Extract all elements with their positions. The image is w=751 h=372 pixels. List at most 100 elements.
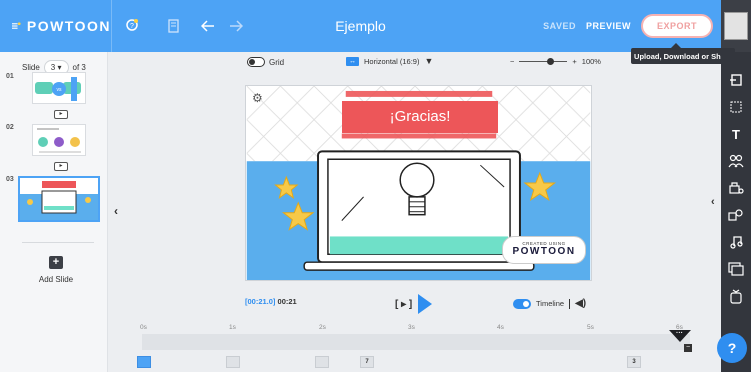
avatar[interactable] xyxy=(724,12,748,40)
lightbulb-icon: ? xyxy=(126,19,138,31)
notes-icon xyxy=(168,19,179,33)
saved-status: SAVED xyxy=(543,21,576,31)
media-icon[interactable] xyxy=(725,260,747,278)
redo-button[interactable] xyxy=(222,0,250,52)
playback-controls: [ ▸ ] xyxy=(395,294,433,314)
powtoon-logo[interactable]: POWTOON xyxy=(0,0,112,52)
tick-label: 5s xyxy=(587,324,594,331)
slide-total: of 3 xyxy=(72,63,86,72)
redo-icon xyxy=(230,20,243,32)
svg-text:vs: vs xyxy=(57,87,63,93)
volume-icon[interactable]: ◀) xyxy=(575,298,586,309)
slide-2-preview xyxy=(37,128,81,153)
help-button[interactable]: ? xyxy=(717,333,747,363)
shapes-icon[interactable] xyxy=(725,206,747,224)
slide-number-1: 01 xyxy=(6,73,14,80)
grid-switch[interactable] xyxy=(247,57,265,67)
slide-number-3: 03 xyxy=(6,176,14,183)
preview-button[interactable]: PREVIEW xyxy=(586,21,631,31)
slide-label: Slide xyxy=(22,63,40,72)
tick-label: 0s xyxy=(140,324,147,331)
timeline-item[interactable]: 7 xyxy=(360,356,374,368)
text-icon[interactable]: T xyxy=(725,125,747,143)
transition-icon[interactable]: ▸ xyxy=(54,110,68,119)
slide-1-preview: vs xyxy=(35,77,81,101)
time-display: [00:21.0] 00:21 xyxy=(245,297,297,306)
tick-label: 1s xyxy=(229,324,236,331)
more-icon[interactable]: ··· xyxy=(676,330,683,337)
exit-icon[interactable] xyxy=(725,71,747,89)
badge-caption: CREATED USING xyxy=(522,241,566,246)
sound-effects-icon[interactable] xyxy=(725,287,747,305)
panel-divider xyxy=(22,242,94,243)
settings-icon[interactable]: ⚙ xyxy=(252,91,263,105)
svg-text:?: ? xyxy=(130,23,134,30)
export-tooltip: Upload, Download or Share xyxy=(631,43,735,64)
slide-3-preview xyxy=(20,178,98,220)
add-icon: + xyxy=(49,256,63,269)
menu-icon[interactable] xyxy=(12,20,21,32)
background-icon[interactable] xyxy=(725,98,747,116)
play-icon[interactable] xyxy=(418,294,433,314)
timeline-ruler: 0s 1s 2s 3s 4s 5s 6s xyxy=(140,324,690,334)
aspect-ratio-select[interactable]: ↔ Horizontal (16:9) ▼ xyxy=(346,56,433,66)
project-title[interactable]: Ejemplo xyxy=(335,18,386,34)
top-bar: POWTOON ? Ejemplo SAVED PREVIEW EXPORT xyxy=(0,0,721,52)
play-frame-button[interactable]: [ ▸ ] xyxy=(395,299,412,310)
transition-icon[interactable]: ▸ xyxy=(54,162,68,171)
timeline-item[interactable] xyxy=(315,356,329,368)
zoom-out-button[interactable]: − xyxy=(510,57,514,66)
separator xyxy=(569,298,571,309)
slide-select-value: 3 xyxy=(50,63,56,72)
zoom-value: 100% xyxy=(581,57,601,66)
current-time: [00:21.0] xyxy=(245,297,276,306)
timeline-track[interactable] xyxy=(142,334,690,350)
collapse-right-icon[interactable]: ‹ xyxy=(711,196,715,208)
ratio-label: Horizontal (16:9) xyxy=(364,56,420,66)
logo-text: POWTOON xyxy=(26,18,111,34)
zoom-in-button[interactable]: + xyxy=(572,57,576,66)
topbar-actions: SAVED PREVIEW EXPORT xyxy=(543,14,713,38)
zoom-slider-handle[interactable] xyxy=(547,58,555,65)
tick-label: 2s xyxy=(319,324,326,331)
timeline-item[interactable]: 3 xyxy=(627,356,641,368)
collapse-left-icon[interactable]: ‹ xyxy=(114,204,118,218)
timeline-label: Timeline xyxy=(536,299,565,308)
slide-canvas[interactable]: ⚙ ¡Gracias! CREATED USING POWTOON xyxy=(245,85,592,281)
notes-button[interactable] xyxy=(160,0,188,52)
music-icon[interactable] xyxy=(725,233,747,251)
shorten-button[interactable]: − xyxy=(684,344,692,352)
zoom-control: − + 100% xyxy=(510,57,601,66)
tick-label: 4s xyxy=(497,324,504,331)
add-slide-button[interactable]: + Add Slide xyxy=(34,256,78,284)
chevron-down-icon: ▼ xyxy=(424,56,434,66)
badge-brand: POWTOON xyxy=(512,246,576,257)
undo-icon xyxy=(201,20,214,32)
created-using-badge[interactable]: CREATED USING POWTOON xyxy=(502,236,586,264)
thanks-banner[interactable]: ¡Gracias! xyxy=(342,101,498,133)
right-toolbar: T xyxy=(721,52,751,372)
slide-thumbnail-1[interactable]: vs xyxy=(32,72,86,104)
zoom-slider[interactable] xyxy=(519,58,568,65)
grid-label: Grid xyxy=(269,57,285,67)
characters-icon[interactable] xyxy=(725,152,747,170)
timeline-switch[interactable] xyxy=(513,298,531,309)
slides-panel: Slide 3 ▾ of 3 01 vs ▸ 02 ▸ 03 + Add Sli… xyxy=(0,52,108,372)
user-avatar-box[interactable] xyxy=(721,0,751,52)
grid-toggle[interactable]: Grid xyxy=(247,57,284,67)
timeline-item-label: 7 xyxy=(365,359,369,365)
total-time: 00:21 xyxy=(277,297,297,306)
timeline-item[interactable] xyxy=(137,356,151,368)
tips-button[interactable]: ? xyxy=(118,0,146,52)
slide-thumbnail-3[interactable] xyxy=(18,176,100,222)
powtoon-editor: POWTOON ? Ejemplo SAVED PREVIEW EXPORT U… xyxy=(0,0,751,372)
ratio-icon: ↔ xyxy=(346,56,359,66)
slide-number-2: 02 xyxy=(6,124,14,131)
timeline-item[interactable] xyxy=(226,356,240,368)
slide-thumbnail-2[interactable] xyxy=(32,124,86,156)
props-icon[interactable] xyxy=(725,179,747,197)
undo-button[interactable] xyxy=(194,0,222,52)
export-button[interactable]: EXPORT xyxy=(640,14,713,38)
timeline-item-label: 3 xyxy=(632,359,636,365)
timeline-toggle[interactable]: Timeline ◀) xyxy=(513,298,586,309)
